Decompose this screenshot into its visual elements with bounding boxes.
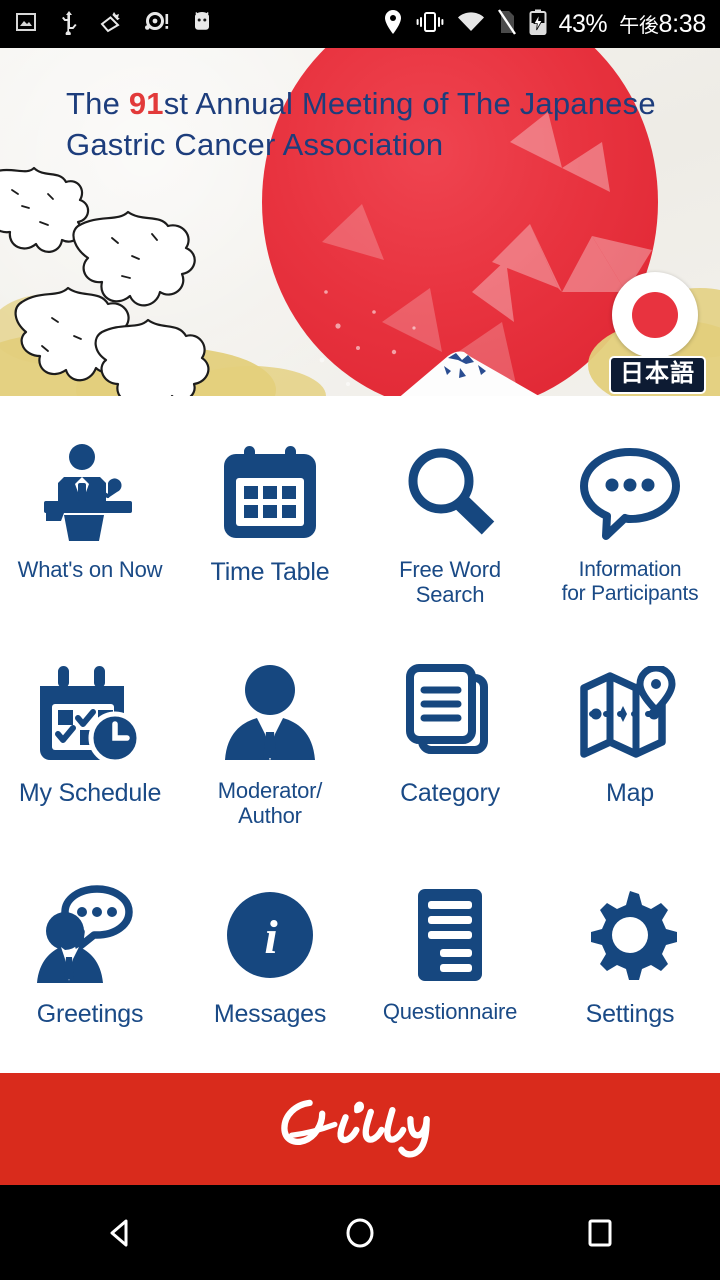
android-icon [190, 10, 214, 39]
clock-time: 8:38 [658, 10, 707, 38]
stacked-documents-icon [400, 655, 500, 773]
folded-map-pin-icon [578, 655, 682, 773]
storage-alert-icon [144, 10, 170, 39]
clock-ampm: 午後 [619, 15, 659, 37]
no-sim-icon [497, 8, 517, 40]
menu-item-label: Time Table [210, 558, 330, 586]
nav-back-button[interactable] [65, 1185, 175, 1280]
title-suffix: st Annual Meeting of The Japanese [163, 86, 656, 121]
menu-item-messages[interactable]: i Messages [180, 868, 360, 1089]
menu-item-label: Free Word Search [399, 557, 501, 607]
menu-item-map[interactable]: Map [540, 647, 720, 868]
menu-item-label: What's on Now [17, 557, 163, 582]
menu-item-moderator-author[interactable]: Moderator/ Author [180, 647, 360, 868]
battery-percent: 43% [558, 9, 608, 38]
speech-bubble-dots-icon [578, 434, 682, 552]
menu-grid: What's on Now Time Table Free Word Searc… [0, 426, 720, 1089]
screen-record-icon [100, 10, 124, 39]
location-icon [383, 9, 403, 40]
main-menu: What's on Now Time Table Free Word Searc… [0, 396, 720, 1073]
status-bar: 43% 午後8:38 [0, 0, 720, 48]
gear-icon [582, 876, 678, 994]
status-bar-right-icons: 43% 午後8:38 [383, 8, 706, 40]
wifi-icon [457, 11, 485, 38]
screenshot-icon [14, 10, 38, 39]
person-speech-bubble-icon [35, 876, 145, 994]
menu-item-settings[interactable]: Settings [540, 868, 720, 1089]
menu-item-label: Questionnaire [382, 999, 518, 1024]
menu-item-category[interactable]: Category [360, 647, 540, 868]
menu-item-information-for-participants[interactable]: Information for Participants [540, 426, 720, 647]
menu-item-whats-on-now[interactable]: What's on Now [0, 426, 180, 647]
menu-item-label: Map [605, 779, 655, 807]
sponsor-footer[interactable] [0, 1073, 720, 1185]
android-navigation-bar [0, 1185, 720, 1280]
menu-item-label: Moderator/ Author [217, 778, 323, 828]
menu-item-label: Category [400, 779, 500, 807]
vibrate-icon [415, 10, 445, 39]
menu-item-label: Information for Participants [561, 558, 699, 605]
status-bar-clock: 午後8:38 [619, 9, 706, 39]
calendar-grid-icon [220, 434, 320, 552]
status-bar-left-icons [14, 9, 214, 40]
mount-fuji-illustration [400, 351, 540, 396]
lilly-logo [281, 1099, 430, 1158]
menu-item-my-schedule[interactable]: My Schedule [0, 647, 180, 868]
language-toggle-label[interactable]: 日本語 [609, 356, 706, 394]
menu-item-label: Messages [213, 1000, 327, 1028]
svg-text:i: i [264, 911, 278, 964]
banner-title: The 91st Annual Meeting of The Japanese … [66, 84, 666, 166]
pine-tree-illustration [0, 166, 210, 396]
calendar-clock-icon [36, 655, 144, 773]
menu-item-label: Settings [585, 1000, 675, 1028]
menu-item-questionnaire[interactable]: Questionnaire [360, 868, 540, 1089]
menu-item-label: Greetings [36, 1000, 144, 1028]
podium-speaker-icon [34, 434, 146, 552]
language-toggle-button[interactable] [612, 272, 698, 358]
japan-flag-icon [632, 292, 678, 338]
title-number: 91 [128, 86, 164, 121]
person-suit-icon [217, 655, 323, 773]
title-line2: Gastric Cancer Association [66, 126, 444, 162]
info-circle-icon: i [225, 876, 315, 994]
conference-banner: The 91st Annual Meeting of The Japanese … [0, 48, 720, 396]
magnifier-icon [400, 434, 500, 552]
nav-home-button[interactable] [305, 1185, 415, 1280]
menu-item-greetings[interactable]: Greetings [0, 868, 180, 1089]
battery-charging-icon [529, 9, 547, 40]
form-document-icon [410, 876, 490, 994]
nav-recents-button[interactable] [545, 1185, 655, 1280]
title-prefix: The [66, 86, 129, 121]
menu-item-label: My Schedule [18, 779, 162, 807]
menu-item-time-table[interactable]: Time Table [180, 426, 360, 647]
usb-icon [58, 9, 80, 40]
menu-item-free-word-search[interactable]: Free Word Search [360, 426, 540, 647]
